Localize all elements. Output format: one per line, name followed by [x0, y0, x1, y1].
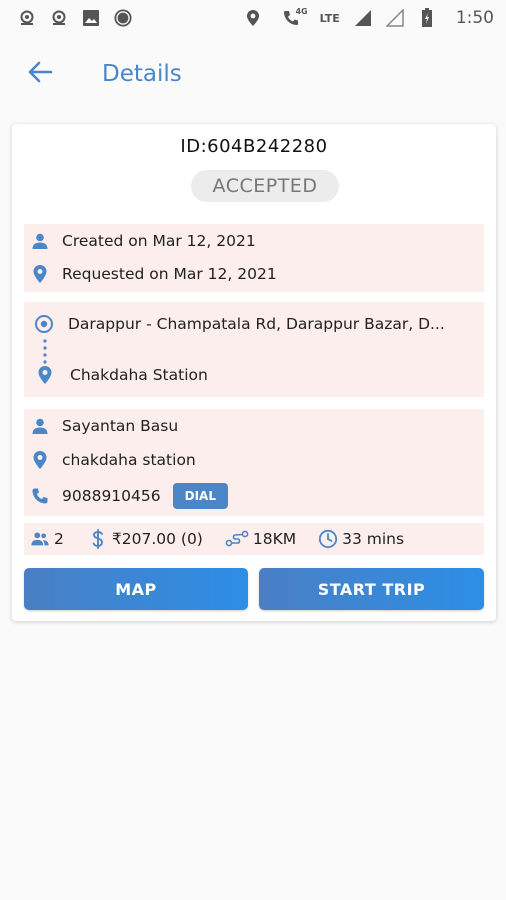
trip-details-card: ID:604B242280 ACCEPTED Created on Mar 12… [12, 124, 496, 621]
signal-icon [354, 9, 372, 27]
passengers-stat: 2 [30, 529, 64, 549]
dates-section: Created on Mar 12, 2021 Requested on Mar… [24, 224, 484, 292]
battery-icon [418, 8, 436, 27]
created-row: Created on Mar 12, 2021 [24, 230, 484, 252]
pickup-address: Darappur - Champatala Rd, Darappur Bazar… [68, 315, 445, 333]
distance-stat: 18KM [225, 529, 296, 549]
route-section: Darappur - Champatala Rd, Darappur Bazar… [24, 302, 484, 397]
group-icon [30, 529, 50, 549]
trip-duration: 33 mins [342, 530, 405, 548]
back-button[interactable] [20, 54, 60, 94]
location-icon [244, 9, 262, 27]
stats-section: 2 ₹207.00 (0) 18KM 33 mins [24, 523, 484, 555]
route-icon [225, 529, 249, 549]
start-trip-button[interactable]: START TRIP [259, 568, 484, 610]
network-small-label: 4G [295, 7, 308, 16]
person-icon [31, 417, 49, 435]
status-badge: ACCEPTED [191, 170, 339, 202]
network-label: LTE [319, 11, 340, 25]
signal-empty-icon [385, 9, 404, 27]
pickup-row: Darappur - Champatala Rd, Darappur Bazar… [24, 312, 484, 336]
app-bar: Details [0, 46, 506, 102]
page-title: Details [102, 61, 182, 87]
person-icon [31, 232, 49, 250]
customer-location-row: chakdaha station [24, 449, 484, 471]
customer-section: Sayantan Basu chakdaha station 908891045… [24, 409, 484, 516]
location-pin-icon [31, 451, 49, 469]
arrow-back-icon [27, 60, 53, 88]
created-date: Created on Mar 12, 2021 [62, 232, 256, 250]
phone-number: 9088910456 [62, 487, 161, 505]
fare-stat: ₹207.00 (0) [88, 529, 203, 549]
requested-row: Requested on Mar 12, 2021 [24, 263, 484, 285]
call-icon: 4G [276, 7, 308, 27]
status-bar: 4G LTE 1:50 [0, 0, 506, 36]
requested-date: Requested on Mar 12, 2021 [62, 265, 277, 283]
location-pin-icon [31, 265, 49, 283]
clock-icon [318, 529, 338, 549]
customer-name: Sayantan Basu [62, 417, 179, 435]
fare-amount: ₹207.00 (0) [111, 530, 203, 548]
circle-icon [114, 9, 132, 27]
phone-row: 9088910456 DIAL [24, 482, 484, 510]
drop-address: Chakdaha Station [70, 366, 208, 384]
customer-name-row: Sayantan Basu [24, 415, 484, 437]
route-dots [43, 338, 47, 364]
status-bar-right: 4G LTE 1:50 [244, 7, 494, 28]
pickup-icon [34, 314, 54, 334]
customer-location: chakdaha station [62, 451, 196, 469]
map-button[interactable]: MAP [24, 568, 248, 610]
status-bar-left [18, 9, 132, 27]
trip-id: ID:604B242280 [180, 136, 328, 157]
notification-icon [50, 9, 68, 27]
dollar-icon [88, 529, 108, 549]
phone-icon [31, 487, 49, 505]
notification-icon [18, 9, 36, 27]
trip-stats: 2 ₹207.00 (0) 18KM 33 mins [30, 528, 404, 550]
duration-stat: 33 mins [318, 529, 404, 549]
dial-button[interactable]: DIAL [172, 483, 228, 509]
status-time: 1:50 [455, 8, 494, 28]
drop-pin-icon [36, 366, 54, 384]
trip-distance: 18KM [252, 530, 297, 548]
drop-row: Chakdaha Station [24, 363, 484, 387]
passenger-count: 2 [54, 530, 64, 548]
image-icon [82, 9, 100, 27]
